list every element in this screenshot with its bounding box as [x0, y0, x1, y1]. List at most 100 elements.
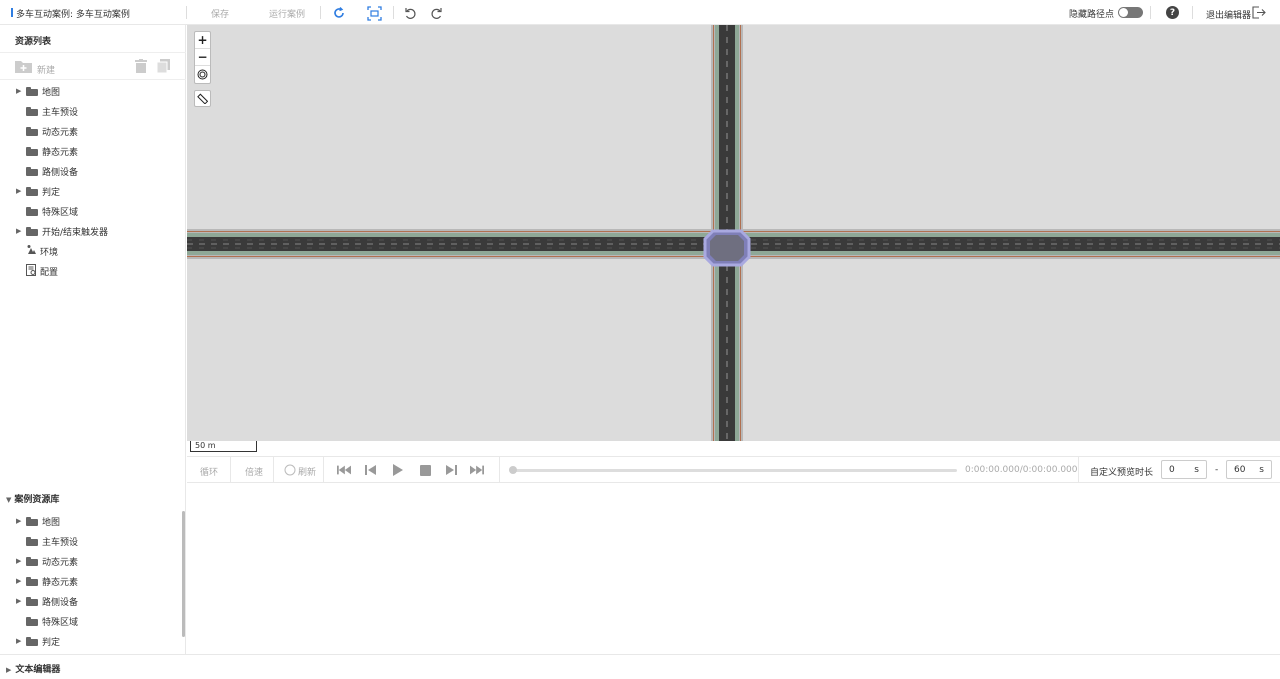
- folder-icon: [26, 106, 38, 116]
- tree-item-ego-preset[interactable]: 主车预设: [26, 101, 78, 121]
- case-library-panel: ▼ 案例资源库 ▶ 地图 主车预设 ▶ 动态元素 ▶ 静态元素 ▶ 路侧设备 特殊…: [0, 483, 186, 654]
- expand-arrow-icon[interactable]: ▶: [16, 227, 26, 235]
- collapse-arrow-icon[interactable]: ▼: [6, 496, 11, 504]
- new-folder-icon[interactable]: [15, 59, 32, 76]
- expand-arrow-icon[interactable]: ▶: [6, 666, 11, 674]
- text-editor-heading[interactable]: ▶ 文本编辑器: [6, 662, 60, 675]
- step-back-icon[interactable]: [364, 464, 378, 476]
- library-item-roadside-devices[interactable]: ▶ 路侧设备: [16, 591, 78, 611]
- hide-waypoints-toggle[interactable]: [1118, 7, 1143, 18]
- playback-bar: 循环 倍速 刷新 0:00:00.000/0:00:00.000 自定义预览时长…: [187, 456, 1280, 483]
- library-item-static-elements[interactable]: ▶ 静态元素: [16, 571, 78, 591]
- tree-item-triggers[interactable]: ▶ 开始/结束触发器: [16, 221, 108, 241]
- preview-start-input[interactable]: 0 s: [1161, 460, 1207, 479]
- map-canvas[interactable]: + −: [187, 25, 1280, 441]
- tree-item-label: 开始/结束触发器: [42, 227, 109, 238]
- range-dash: -: [1215, 465, 1219, 475]
- hide-waypoints-label: 隐藏路径点: [1069, 10, 1115, 20]
- case-library-title: 案例资源库: [14, 495, 60, 505]
- expand-arrow-icon[interactable]: ▶: [16, 597, 26, 605]
- exit-icon[interactable]: [1252, 6, 1266, 22]
- text-editor-bar[interactable]: ▶ 文本编辑器: [0, 654, 1280, 679]
- expand-arrow-icon[interactable]: ▶: [16, 637, 26, 645]
- playback-time: 0:00:00.000/0:00:00.000: [965, 465, 1078, 475]
- library-item-dynamic-elements[interactable]: ▶ 动态元素: [16, 551, 78, 571]
- tree-item-config[interactable]: 配置: [26, 261, 58, 281]
- expand-arrow-icon[interactable]: ▶: [16, 517, 26, 525]
- skip-to-start-icon[interactable]: [337, 464, 351, 476]
- zoom-out-button[interactable]: −: [195, 49, 210, 66]
- speed-button[interactable]: 倍速: [245, 465, 263, 478]
- tree-item-dynamic-elements[interactable]: 动态元素: [26, 121, 78, 141]
- road-network: [187, 25, 1280, 441]
- undo-icon[interactable]: [402, 5, 418, 21]
- tree-item-static-elements[interactable]: 静态元素: [26, 141, 78, 161]
- exit-editor-button[interactable]: 退出编辑器: [1206, 8, 1251, 21]
- folder-icon: [26, 146, 38, 156]
- divider: [1192, 6, 1193, 19]
- tree-item-label: 静态元素: [42, 577, 79, 588]
- play-icon[interactable]: [391, 464, 405, 476]
- help-icon[interactable]: ?: [1166, 6, 1179, 19]
- step-forward-icon[interactable]: [445, 464, 459, 476]
- delete-icon[interactable]: [135, 59, 147, 76]
- folder-icon: [26, 516, 38, 526]
- ruler-icon[interactable]: [194, 90, 211, 107]
- tree-item-label: 地图: [42, 517, 61, 528]
- expand-arrow-icon[interactable]: ▶: [16, 557, 26, 565]
- preview-start-unit: s: [1194, 465, 1199, 475]
- library-item-map[interactable]: ▶ 地图: [16, 511, 60, 531]
- resource-list-heading: 资源列表: [15, 37, 52, 47]
- playback-progress-track[interactable]: [511, 469, 957, 472]
- folder-icon: [26, 86, 38, 96]
- reset-view-icon[interactable]: [331, 5, 347, 21]
- tree-item-map[interactable]: ▶ 地图: [16, 81, 60, 101]
- tree-item-judgement[interactable]: ▶ 判定: [16, 181, 60, 201]
- expand-arrow-icon[interactable]: ▶: [16, 87, 26, 95]
- library-item-judgement[interactable]: ▶ 判定: [16, 631, 60, 651]
- redo-icon[interactable]: [428, 5, 444, 21]
- library-item-special-area[interactable]: 特殊区域: [26, 611, 78, 631]
- tree-item-label: 路侧设备: [42, 167, 79, 178]
- run-case-button[interactable]: 运行案例: [269, 7, 305, 20]
- copy-icon[interactable]: [156, 59, 170, 76]
- divider: [273, 457, 274, 483]
- loop-button[interactable]: 循环: [200, 465, 218, 478]
- map-scale: 50 m: [190, 441, 257, 452]
- tree-item-special-area[interactable]: 特殊区域: [26, 201, 78, 221]
- zoom-in-button[interactable]: +: [195, 32, 210, 49]
- resource-panel: 资源列表 新建 ▶ 地图 主车预设 动态元素 静态元素 路侧设备 ▶ 判定 特殊…: [0, 25, 186, 483]
- expand-arrow-icon[interactable]: ▶: [16, 187, 26, 195]
- locate-icon[interactable]: [195, 66, 210, 83]
- environment-icon: [26, 244, 38, 258]
- stop-icon[interactable]: [418, 464, 432, 476]
- library-scrollbar[interactable]: [182, 511, 185, 637]
- expand-arrow-icon[interactable]: ▶: [16, 577, 26, 585]
- new-button[interactable]: 新建: [37, 63, 55, 76]
- fit-view-icon[interactable]: [366, 5, 382, 21]
- folder-icon: [26, 636, 38, 646]
- save-button[interactable]: 保存: [211, 7, 229, 20]
- preview-end-input[interactable]: 60 s: [1226, 460, 1272, 479]
- tree-item-environment[interactable]: 环境: [26, 241, 58, 261]
- divider: [499, 457, 500, 483]
- playback-progress-knob[interactable]: [509, 466, 517, 474]
- tree-item-roadside-devices[interactable]: 路侧设备: [26, 161, 78, 181]
- config-icon: [26, 263, 38, 279]
- library-item-ego-preset[interactable]: 主车预设: [26, 531, 78, 551]
- resource-tools: 新建: [0, 52, 186, 80]
- tree-item-label: 动态元素: [42, 557, 79, 568]
- refresh-button[interactable]: 刷新: [298, 465, 316, 478]
- case-library-heading[interactable]: ▼ 案例资源库: [6, 492, 59, 505]
- refresh-icon[interactable]: [283, 464, 297, 476]
- divider: [323, 457, 324, 483]
- skip-to-end-icon[interactable]: [470, 464, 484, 476]
- folder-icon: [26, 226, 38, 236]
- divider: [393, 6, 394, 19]
- preview-end-value: 60: [1234, 465, 1246, 475]
- toggle-knob: [1119, 8, 1128, 17]
- tree-item-label: 主车预设: [42, 107, 79, 118]
- preview-start-value: 0: [1169, 465, 1175, 475]
- folder-icon: [26, 556, 38, 566]
- tree-item-label: 判定: [42, 637, 61, 648]
